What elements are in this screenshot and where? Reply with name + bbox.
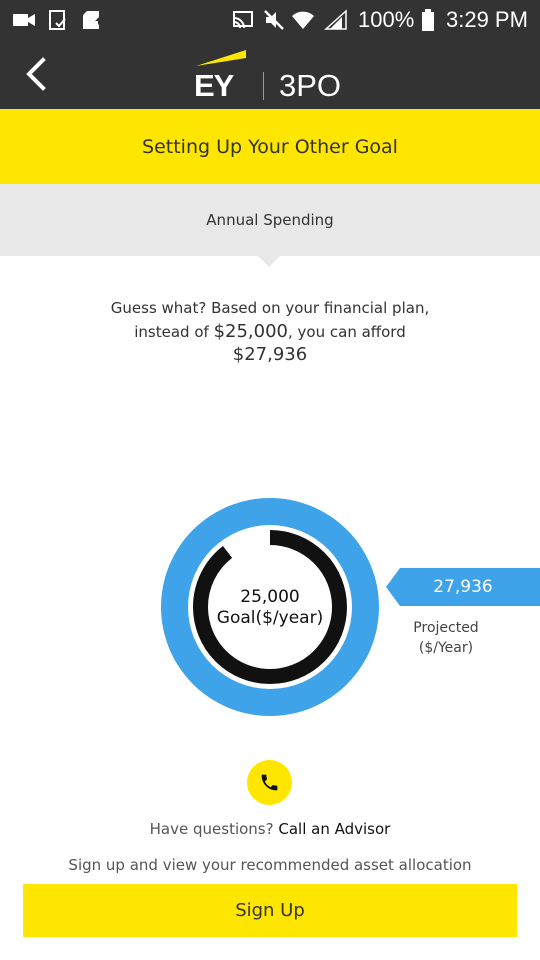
affordability-message: Guess what? Based on your financial plan… [0,296,540,344]
signal-icon [324,9,347,30]
chevron-left-icon[interactable] [16,54,56,94]
screenshot-icon [49,10,66,30]
projected-label-line-1: Projected [413,620,479,636]
video-camera-icon [13,14,35,26]
tab-pointer [258,256,280,267]
message-suffix: , you can afford [288,323,406,341]
sign-up-button[interactable]: Sign Up [23,884,517,937]
original-goal-amount: $25,000 [213,321,289,342]
call-advisor-link[interactable]: Call an Advisor [278,820,390,838]
logo-brand: EY [194,68,234,103]
advisor-prompt: Have questions? Call an Advisor [0,820,540,838]
app-bar: EY 3PO [0,40,540,109]
message-line-1: Guess what? Based on your financial plan… [110,299,430,317]
goal-gauge [161,498,379,716]
logo-product: 3PO [279,68,342,103]
clock: 3:29 PM [446,7,528,32]
cast-icon [233,11,253,29]
ey-beam-icon [196,50,246,66]
tab-label: Annual Spending [206,211,334,229]
gauge-inner-background [188,525,352,689]
status-bar: 100% 3:29 PM [0,0,540,40]
tab-annual-spending: Annual Spending [0,184,540,256]
goal-setup-banner: Setting Up Your Other Goal [0,109,540,184]
battery-icon [422,9,434,31]
projected-value: 27,936 [433,577,493,597]
goal-label: Goal($/year) [216,608,324,628]
logo-divider [263,72,264,100]
mute-icon [264,10,284,30]
message-line-2: instead of $25,000, you can afford [0,320,540,344]
wifi-icon [292,11,314,29]
phone-icon [261,774,278,791]
affordable-amount: $27,936 [232,344,308,365]
call-advisor-button[interactable] [247,760,292,805]
battery-percent: 100% [358,7,415,32]
signup-prompt: Sign up and view your recommended asset … [68,856,472,874]
question-text: Have questions? [149,820,274,838]
message-prefix: instead of [134,323,209,341]
sd-card-icon [83,11,104,29]
projected-label: Projected ($/Year) [398,618,494,658]
goal-value: 25,000 [240,587,300,607]
projected-label-line-2: ($/Year) [418,640,474,656]
ey-3po-logo: EY 3PO [192,46,362,104]
page-title: Setting Up Your Other Goal [142,135,398,158]
